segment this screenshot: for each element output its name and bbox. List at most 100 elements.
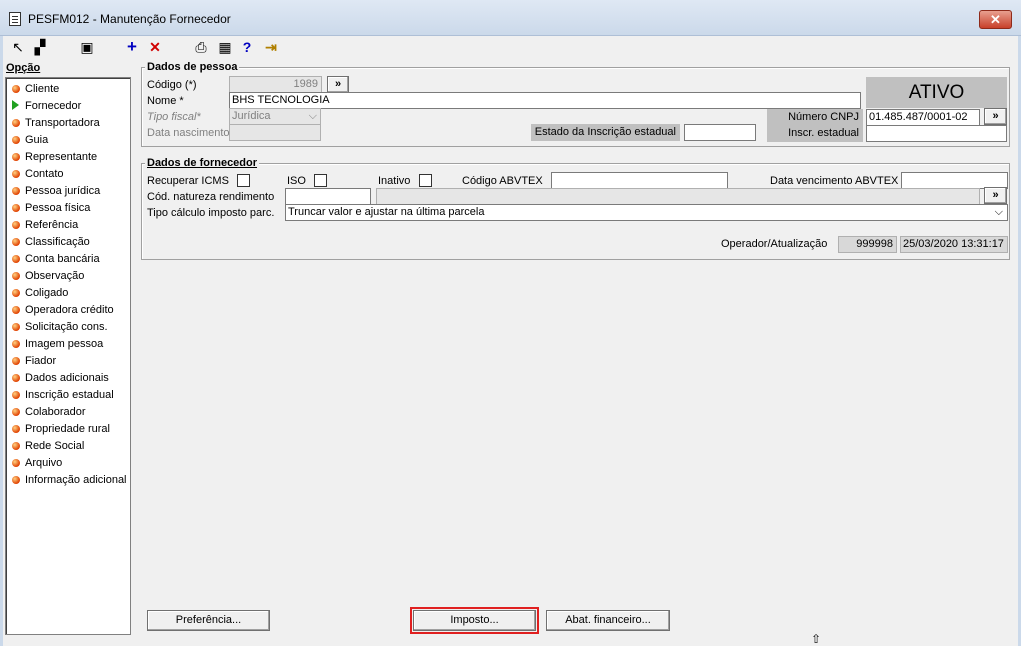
menu-item-label: Dados adicionais: [25, 372, 109, 384]
codigo-lookup-button[interactable]: »: [327, 76, 349, 93]
tipo-fiscal-select[interactable]: Jurídica ⌵: [229, 108, 321, 125]
menu-item[interactable]: Informação adicional: [12, 472, 127, 488]
help-icon[interactable]: ?: [237, 38, 257, 56]
menu-item-label: Propriedade rural: [25, 423, 110, 435]
menu-item[interactable]: Contato: [12, 166, 64, 182]
print-icon[interactable]: ⎙: [191, 38, 211, 56]
menu-item[interactable]: Rede Social: [12, 438, 84, 454]
menu-item-label: Solicitação cons.: [25, 321, 108, 333]
menu-item[interactable]: Fiador: [12, 353, 56, 369]
menu-item[interactable]: Pessoa física: [12, 200, 90, 216]
bullet-icon: [12, 476, 20, 484]
bullet-icon: [12, 323, 20, 331]
data-nascimento-label: Data nascimento: [147, 127, 230, 139]
bullet-icon: [12, 221, 20, 229]
menu-item[interactable]: Operadora crédito: [12, 302, 114, 318]
menu-item-label: Fornecedor: [25, 100, 82, 112]
menu-item[interactable]: Colaborador: [12, 404, 86, 420]
chevron-down-icon: ⌵: [308, 110, 317, 122]
menu-item-label: Pessoa jurídica: [25, 185, 101, 197]
nome-field[interactable]: BHS TECNOLOGIA: [229, 92, 861, 109]
iso-checkbox[interactable]: [314, 174, 327, 187]
bullet-icon: [12, 357, 20, 365]
menu-item[interactable]: Observação: [12, 268, 84, 284]
close-button[interactable]: ✕: [979, 10, 1012, 29]
cnpj-lookup-button[interactable]: »: [984, 108, 1007, 125]
bullet-icon: [12, 408, 20, 416]
menu-item-label: Inscrição estadual: [25, 389, 114, 401]
first-record-icon[interactable]: ↖: [8, 38, 28, 56]
codigo-label: Código (*): [147, 79, 197, 91]
add-icon[interactable]: +: [122, 38, 142, 56]
nome-label: Nome *: [147, 95, 184, 107]
delete-icon[interactable]: ✕: [145, 38, 165, 56]
menu-item-label: Operadora crédito: [25, 304, 114, 316]
menu-item[interactable]: Fornecedor: [12, 98, 81, 114]
preferencia-button[interactable]: Preferência...: [147, 610, 270, 631]
menu-item-label: Coligado: [25, 287, 69, 299]
tipo-calculo-label: Tipo cálculo imposto parc.: [147, 207, 275, 219]
bullet-icon: [12, 374, 20, 382]
menu-item-label: Transportadora: [25, 117, 100, 129]
menu-item[interactable]: Arquivo: [12, 455, 62, 471]
ie-label: Inscr. estadual: [767, 125, 863, 142]
estado-ie-label: Estado da Inscrição estadual: [531, 124, 680, 141]
inativo-label: Inativo: [378, 175, 411, 187]
atualizacao-field: 25/03/2020 13:31:17: [900, 236, 1008, 253]
bullet-icon: [12, 136, 20, 144]
bullet-icon: [12, 170, 20, 178]
menu-item[interactable]: Guia: [12, 132, 48, 148]
window-title: PESFM012 - Manutenção Fornecedor: [28, 12, 231, 26]
fornecedor-group-title: Dados de fornecedor: [145, 157, 260, 169]
menu-item-label: Referência: [25, 219, 79, 231]
save-icon[interactable]: ▣: [77, 38, 97, 56]
bullet-icon: [12, 153, 20, 161]
menu-item-label: Guia: [25, 134, 49, 146]
menu-item-label: Cliente: [25, 83, 60, 95]
menu-item[interactable]: Pessoa jurídica: [12, 183, 100, 199]
exit-icon[interactable]: ⇥: [261, 38, 281, 56]
cod-natureza-field[interactable]: [285, 188, 371, 205]
menu-item[interactable]: Representante: [12, 149, 97, 165]
menu-item[interactable]: Cliente: [12, 81, 59, 97]
estado-ie-field[interactable]: [684, 124, 756, 141]
natureza-lookup-button[interactable]: »: [984, 187, 1007, 204]
tipo-fiscal-value: Jurídica: [232, 110, 271, 122]
menu-item[interactable]: Dados adicionais: [12, 370, 109, 386]
inativo-checkbox[interactable]: [419, 174, 432, 187]
abat-financeiro-button[interactable]: Abat. financeiro...: [546, 610, 670, 631]
bullet-icon: [12, 442, 20, 450]
menu-item[interactable]: Referência: [12, 217, 78, 233]
ie-field[interactable]: [866, 125, 1007, 142]
menu-item[interactable]: Solicitação cons.: [12, 319, 108, 335]
tipo-calculo-select[interactable]: Truncar valor e ajustar na última parcel…: [285, 204, 1008, 221]
bullet-icon: [12, 85, 20, 93]
menu-item[interactable]: Classificação: [12, 234, 90, 250]
menu-item-label: Conta bancária: [25, 253, 100, 265]
operador-label: Operador/Atualização: [721, 238, 828, 250]
cnpj-field[interactable]: 01.485.487/0001-02: [866, 109, 980, 126]
menu-item[interactable]: Coligado: [12, 285, 68, 301]
recuperar-icms-label: Recuperar ICMS: [147, 175, 229, 187]
menu-item[interactable]: Inscrição estadual: [12, 387, 114, 403]
natureza-description-field: [376, 188, 980, 205]
menu-item-label: Observação: [25, 270, 85, 282]
calculator-icon[interactable]: ▦: [215, 38, 235, 56]
menu-item[interactable]: Propriedade rural: [12, 421, 110, 437]
bullet-icon: [12, 272, 20, 280]
menu-item-label: Contato: [25, 168, 64, 180]
recuperar-icms-checkbox[interactable]: [237, 174, 250, 187]
menu-item-label: Informação adicional: [25, 474, 127, 486]
iso-label: ISO: [287, 175, 306, 187]
codigo-abvtex-field[interactable]: [551, 172, 728, 189]
cnpj-label: Número CNPJ: [767, 109, 863, 126]
option-menu: Cliente Fornecedor Transportadora Guia Repre…: [5, 77, 131, 635]
copy-icon[interactable]: ▞: [30, 38, 50, 56]
bullet-icon: [12, 306, 20, 314]
menu-item[interactable]: Conta bancária: [12, 251, 100, 267]
bullet-icon: [12, 425, 20, 433]
menu-item[interactable]: Imagem pessoa: [12, 336, 103, 352]
codigo-field[interactable]: 1989: [229, 76, 322, 93]
data-nascimento-field[interactable]: [229, 124, 321, 141]
menu-item[interactable]: Transportadora: [12, 115, 100, 131]
